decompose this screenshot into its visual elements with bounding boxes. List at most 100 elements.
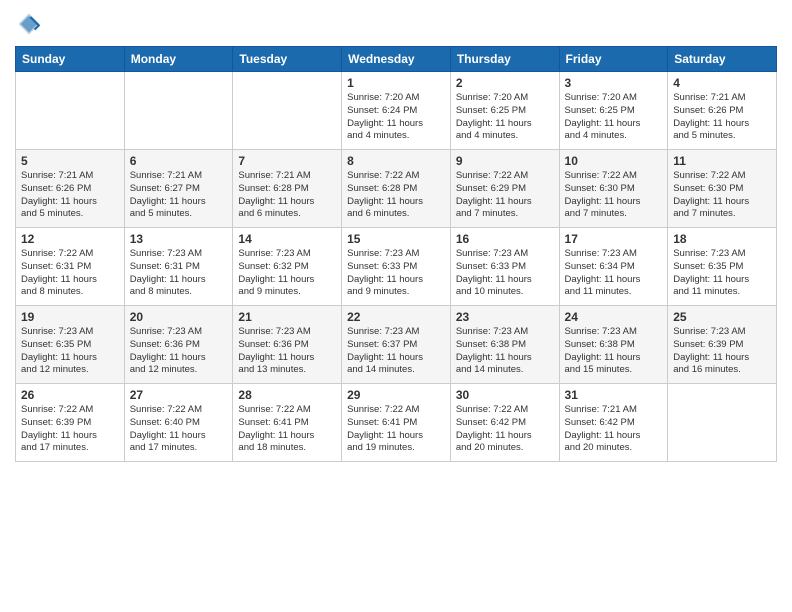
- day-number: 20: [130, 310, 228, 324]
- day-number: 10: [565, 154, 663, 168]
- day-cell: 26Sunrise: 7:22 AM Sunset: 6:39 PM Dayli…: [16, 384, 125, 462]
- day-cell: 31Sunrise: 7:21 AM Sunset: 6:42 PM Dayli…: [559, 384, 668, 462]
- day-cell: 1 Sunrise: 7:20 AM Sunset: 6:24 PM Daylig…: [342, 72, 451, 150]
- week-row-4: 19 Sunrise: 7:23 AM Sunset: 6:35 PM Dayli…: [16, 306, 777, 384]
- day-number: 9: [456, 154, 554, 168]
- weekday-header-tuesday: Tuesday: [233, 47, 342, 72]
- day-info: Sunrise: 7:23 AM Sunset: 6:39 PM Dayligh…: [673, 326, 771, 377]
- weekday-header-saturday: Saturday: [668, 47, 777, 72]
- day-info: Sunrise: 7:22 AM Sunset: 6:30 PM Dayligh…: [673, 170, 771, 221]
- day-info: Sunrise: 7:21 AM Sunset: 6:27 PM Dayligh…: [130, 170, 228, 221]
- header: [15, 10, 777, 38]
- day-cell: 11 Sunrise: 7:22 AM Sunset: 6:30 PM Dayli…: [668, 150, 777, 228]
- day-cell: 14 Sunrise: 7:23 AM Sunset: 6:32 PM Dayli…: [233, 228, 342, 306]
- day-number: 12: [21, 232, 119, 246]
- day-info: Sunrise: 7:20 AM Sunset: 6:25 PM Dayligh…: [456, 92, 554, 143]
- day-number: 21: [238, 310, 336, 324]
- day-cell: [16, 72, 125, 150]
- calendar-table: SundayMondayTuesdayWednesdayThursdayFrid…: [15, 46, 777, 462]
- day-info: Sunrise: 7:22 AM Sunset: 6:41 PM Dayligh…: [238, 404, 336, 455]
- day-info: Sunrise: 7:23 AM Sunset: 6:35 PM Dayligh…: [21, 326, 119, 377]
- day-info: Sunrise: 7:22 AM Sunset: 6:42 PM Dayligh…: [456, 404, 554, 455]
- day-number: 1: [347, 76, 445, 90]
- day-info: Sunrise: 7:22 AM Sunset: 6:41 PM Dayligh…: [347, 404, 445, 455]
- day-number: 23: [456, 310, 554, 324]
- day-info: Sunrise: 7:22 AM Sunset: 6:30 PM Dayligh…: [565, 170, 663, 221]
- week-row-1: 1 Sunrise: 7:20 AM Sunset: 6:24 PM Daylig…: [16, 72, 777, 150]
- day-cell: 12 Sunrise: 7:22 AM Sunset: 6:31 PM Dayli…: [16, 228, 125, 306]
- day-number: 2: [456, 76, 554, 90]
- week-row-5: 26Sunrise: 7:22 AM Sunset: 6:39 PM Dayli…: [16, 384, 777, 462]
- day-info: Sunrise: 7:23 AM Sunset: 6:38 PM Dayligh…: [456, 326, 554, 377]
- day-cell: 24Sunrise: 7:23 AM Sunset: 6:38 PM Dayli…: [559, 306, 668, 384]
- day-info: Sunrise: 7:20 AM Sunset: 6:25 PM Dayligh…: [565, 92, 663, 143]
- day-number: 28: [238, 388, 336, 402]
- day-cell: 19 Sunrise: 7:23 AM Sunset: 6:35 PM Dayli…: [16, 306, 125, 384]
- day-cell: 17 Sunrise: 7:23 AM Sunset: 6:34 PM Dayli…: [559, 228, 668, 306]
- day-cell: 10 Sunrise: 7:22 AM Sunset: 6:30 PM Dayli…: [559, 150, 668, 228]
- day-cell: 18 Sunrise: 7:23 AM Sunset: 6:35 PM Dayli…: [668, 228, 777, 306]
- day-info: Sunrise: 7:22 AM Sunset: 6:31 PM Dayligh…: [21, 248, 119, 299]
- day-cell: 28 Sunrise: 7:22 AM Sunset: 6:41 PM Dayli…: [233, 384, 342, 462]
- day-cell: 15Sunrise: 7:23 AM Sunset: 6:33 PM Dayli…: [342, 228, 451, 306]
- day-number: 5: [21, 154, 119, 168]
- day-info: Sunrise: 7:23 AM Sunset: 6:38 PM Dayligh…: [565, 326, 663, 377]
- day-number: 16: [456, 232, 554, 246]
- day-info: Sunrise: 7:21 AM Sunset: 6:26 PM Dayligh…: [21, 170, 119, 221]
- day-info: Sunrise: 7:22 AM Sunset: 6:28 PM Dayligh…: [347, 170, 445, 221]
- day-info: Sunrise: 7:22 AM Sunset: 6:29 PM Dayligh…: [456, 170, 554, 221]
- day-number: 11: [673, 154, 771, 168]
- week-row-3: 12 Sunrise: 7:22 AM Sunset: 6:31 PM Dayli…: [16, 228, 777, 306]
- day-info: Sunrise: 7:23 AM Sunset: 6:36 PM Dayligh…: [238, 326, 336, 377]
- day-number: 18: [673, 232, 771, 246]
- logo: [15, 10, 47, 38]
- day-number: 8: [347, 154, 445, 168]
- weekday-header-thursday: Thursday: [450, 47, 559, 72]
- day-cell: 16Sunrise: 7:23 AM Sunset: 6:33 PM Dayli…: [450, 228, 559, 306]
- day-cell: 3 Sunrise: 7:20 AM Sunset: 6:25 PM Daylig…: [559, 72, 668, 150]
- day-number: 4: [673, 76, 771, 90]
- day-cell: [668, 384, 777, 462]
- day-cell: 13Sunrise: 7:23 AM Sunset: 6:31 PM Dayli…: [124, 228, 233, 306]
- day-info: Sunrise: 7:23 AM Sunset: 6:34 PM Dayligh…: [565, 248, 663, 299]
- day-number: 25: [673, 310, 771, 324]
- day-number: 17: [565, 232, 663, 246]
- weekday-header-wednesday: Wednesday: [342, 47, 451, 72]
- day-info: Sunrise: 7:23 AM Sunset: 6:32 PM Dayligh…: [238, 248, 336, 299]
- day-number: 19: [21, 310, 119, 324]
- day-number: 3: [565, 76, 663, 90]
- day-number: 30: [456, 388, 554, 402]
- day-cell: [233, 72, 342, 150]
- day-cell: 4 Sunrise: 7:21 AM Sunset: 6:26 PM Daylig…: [668, 72, 777, 150]
- page: SundayMondayTuesdayWednesdayThursdayFrid…: [0, 0, 792, 612]
- day-number: 27: [130, 388, 228, 402]
- day-number: 22: [347, 310, 445, 324]
- weekday-header-friday: Friday: [559, 47, 668, 72]
- logo-icon: [15, 10, 43, 38]
- day-number: 13: [130, 232, 228, 246]
- day-cell: 30 Sunrise: 7:22 AM Sunset: 6:42 PM Dayli…: [450, 384, 559, 462]
- day-cell: 2 Sunrise: 7:20 AM Sunset: 6:25 PM Daylig…: [450, 72, 559, 150]
- day-cell: [124, 72, 233, 150]
- day-info: Sunrise: 7:23 AM Sunset: 6:37 PM Dayligh…: [347, 326, 445, 377]
- day-number: 29: [347, 388, 445, 402]
- day-number: 15: [347, 232, 445, 246]
- day-info: Sunrise: 7:21 AM Sunset: 6:26 PM Dayligh…: [673, 92, 771, 143]
- weekday-header-row: SundayMondayTuesdayWednesdayThursdayFrid…: [16, 47, 777, 72]
- week-row-2: 5 Sunrise: 7:21 AM Sunset: 6:26 PM Daylig…: [16, 150, 777, 228]
- day-info: Sunrise: 7:20 AM Sunset: 6:24 PM Dayligh…: [347, 92, 445, 143]
- day-info: Sunrise: 7:22 AM Sunset: 6:39 PM Dayligh…: [21, 404, 119, 455]
- day-cell: 20Sunrise: 7:23 AM Sunset: 6:36 PM Dayli…: [124, 306, 233, 384]
- day-cell: 22 Sunrise: 7:23 AM Sunset: 6:37 PM Dayli…: [342, 306, 451, 384]
- day-info: Sunrise: 7:21 AM Sunset: 6:28 PM Dayligh…: [238, 170, 336, 221]
- day-cell: 25 Sunrise: 7:23 AM Sunset: 6:39 PM Dayli…: [668, 306, 777, 384]
- day-cell: 8 Sunrise: 7:22 AM Sunset: 6:28 PM Daylig…: [342, 150, 451, 228]
- day-info: Sunrise: 7:23 AM Sunset: 6:35 PM Dayligh…: [673, 248, 771, 299]
- day-number: 6: [130, 154, 228, 168]
- day-cell: 21 Sunrise: 7:23 AM Sunset: 6:36 PM Dayli…: [233, 306, 342, 384]
- weekday-header-monday: Monday: [124, 47, 233, 72]
- day-cell: 6 Sunrise: 7:21 AM Sunset: 6:27 PM Daylig…: [124, 150, 233, 228]
- day-number: 7: [238, 154, 336, 168]
- day-info: Sunrise: 7:22 AM Sunset: 6:40 PM Dayligh…: [130, 404, 228, 455]
- day-number: 14: [238, 232, 336, 246]
